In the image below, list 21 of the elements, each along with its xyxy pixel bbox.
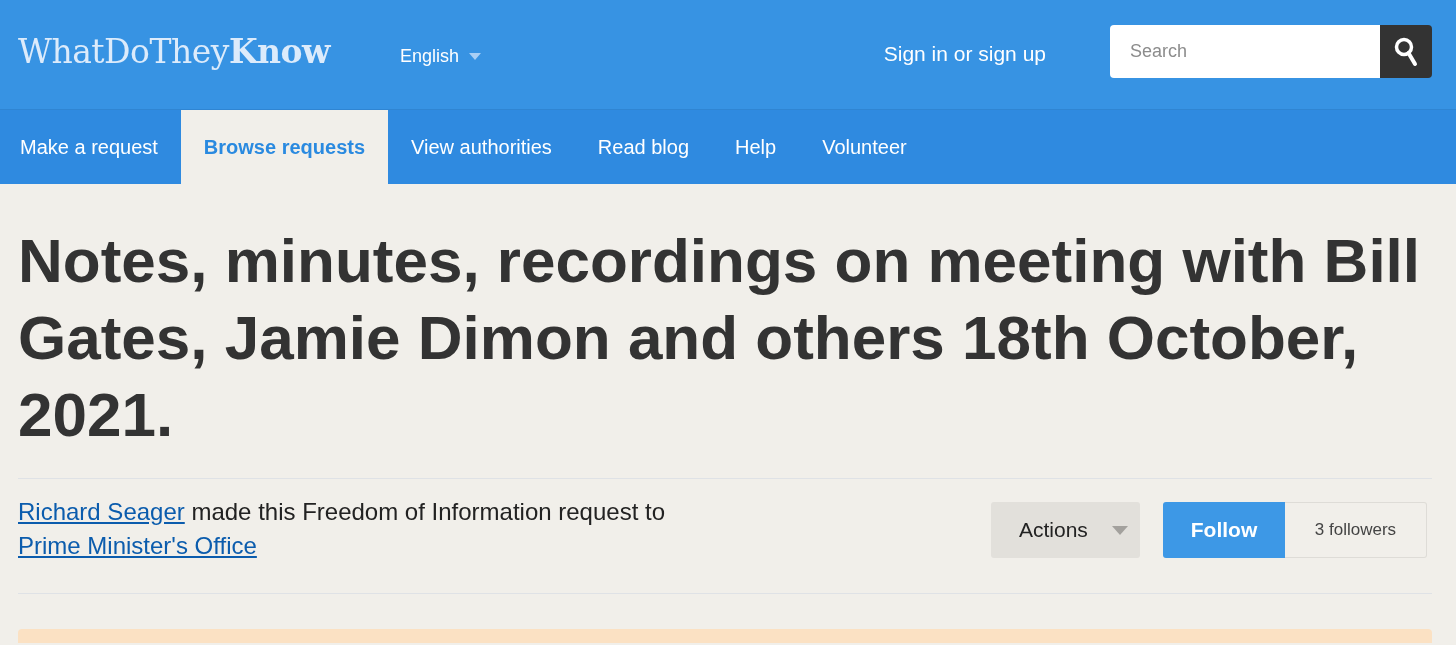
nav-tab[interactable]: Browse requests: [180, 110, 389, 184]
actions-button[interactable]: Actions: [991, 502, 1140, 558]
request-byline: Richard Seager made this Freedom of Information request to Prime Minister's Office: [18, 497, 666, 561]
site-logo[interactable]: WhatDoTheyKnow: [18, 32, 330, 71]
requester-link[interactable]: Richard Seager: [18, 498, 185, 525]
nav-tab[interactable]: View authorities: [388, 110, 575, 184]
search-button[interactable]: [1380, 25, 1432, 78]
nav-tab[interactable]: Help: [712, 110, 800, 184]
sign-in-link[interactable]: Sign in or sign up: [883, 41, 1046, 66]
follower-count: 3 followers: [1285, 502, 1427, 558]
search-icon: [1394, 36, 1418, 67]
language-selector[interactable]: English: [399, 46, 481, 67]
caret-icon: [469, 53, 481, 60]
follow-button[interactable]: Follow: [1163, 502, 1285, 558]
authority-link[interactable]: Prime Minister's Office: [18, 532, 257, 559]
caret-icon: [1112, 525, 1128, 535]
search-field[interactable]: Search: [1110, 25, 1380, 78]
request-title: Notes, minutes, recordings on meeting with Bill Gates, Jamie Dimon and others 18th October, 2021.: [18, 225, 1422, 451]
nav-tab[interactable]: Volunteer: [799, 110, 930, 184]
nav-tab[interactable]: Read blog: [574, 110, 713, 184]
nav-tab[interactable]: Make a request: [0, 110, 181, 184]
